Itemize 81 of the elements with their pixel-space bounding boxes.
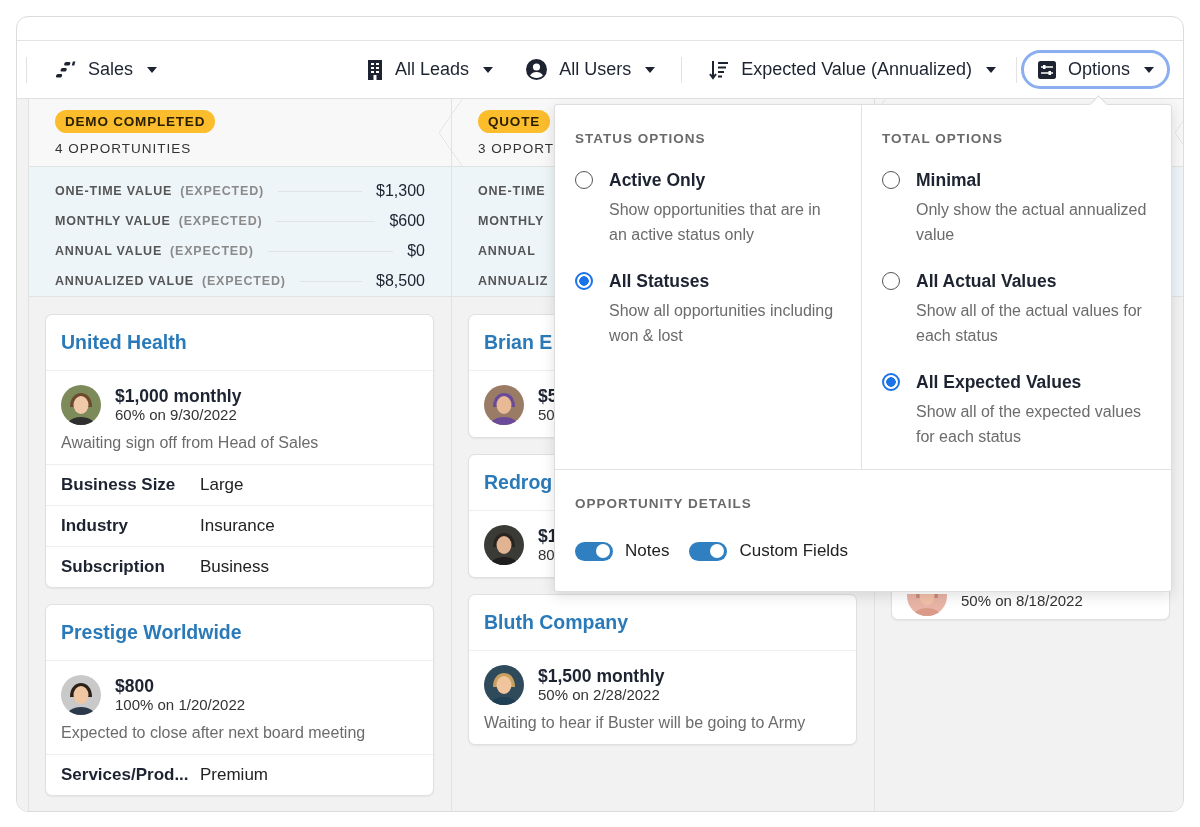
radio-button[interactable] (882, 373, 900, 391)
logo-icon (56, 60, 76, 79)
opportunity-link[interactable]: United Health (46, 315, 433, 371)
building-icon (367, 59, 384, 80)
opportunity-note: Awaiting sign off from Head of Sales (61, 434, 320, 452)
radio-button[interactable] (882, 272, 900, 290)
field-label: Business Size (61, 475, 177, 495)
option-label: Active Only (609, 170, 707, 191)
toggle-label: Notes (625, 541, 670, 561)
toolbar-dropdown[interactable]: Options (1020, 50, 1170, 89)
field-value: Insurance (200, 516, 275, 536)
field-value: Premium (200, 765, 268, 785)
summary-value: $600 (389, 212, 425, 230)
summary-value: $8,500 (376, 272, 425, 290)
opportunity-probability: 80 (538, 546, 556, 564)
opportunity-count: 3 OPPORT (478, 141, 555, 156)
opportunity-note: Expected to close after next board meeting (61, 724, 367, 742)
option-description: Show all of the expected values for each status (916, 402, 1143, 447)
opportunity-link[interactable]: Prestige Worldwide (46, 605, 433, 661)
option-description: Show all of the actual values for each status (916, 301, 1143, 346)
summary-label: ONE-TIME (478, 184, 546, 198)
section-title: OPPORTUNITY DETAILS (575, 496, 753, 511)
opportunity-probability: 50% on 8/18/2022 (961, 592, 1083, 610)
user-icon (526, 59, 548, 80)
radio-button[interactable] (575, 171, 593, 189)
radio-option[interactable]: All Actual Values Show all of the actual values for each status (882, 271, 1150, 348)
caret-icon (1144, 66, 1154, 73)
summary-label: MONTHLY (478, 214, 545, 228)
option-label: All Expected Values (916, 372, 1083, 393)
field-label: Subscription (61, 557, 166, 577)
field-value: Large (200, 475, 244, 495)
option-description: Show all opportunities including won & lost (609, 301, 835, 346)
radio-option[interactable]: All Statuses Show all opportunities including won & lost (575, 271, 841, 348)
radio-option[interactable]: Minimal Only show the actual annualized value (882, 170, 1150, 247)
option-label: All Statuses (609, 271, 711, 292)
summary-qualifier: (EXPECTED) (180, 184, 264, 198)
summary-label: ONE-TIME VALUE (55, 184, 173, 198)
summary-label: ANNUALIZ (478, 274, 549, 288)
opportunity-amount: $800 (115, 676, 155, 696)
opportunity-probability: 60% on 9/30/2022 (115, 406, 238, 424)
section-title: TOTAL OPTIONS (882, 131, 1004, 146)
opportunity-probability: 50% on 2/28/2022 (538, 686, 661, 704)
field-value: Business (200, 557, 269, 577)
summary-label: ANNUAL VALUE (55, 244, 163, 258)
summary-value: $0 (407, 242, 425, 260)
opportunity-note: Waiting to hear if Buster will be going to Army (484, 714, 807, 732)
options-icon (1037, 60, 1056, 79)
summary-label: ANNUAL (478, 244, 536, 258)
opportunity-amount: $1,000 monthly (115, 386, 242, 406)
opportunity-probability: 100% on 1/20/2022 (115, 696, 246, 714)
sort-icon (709, 59, 730, 80)
opportunity-amount: $1,500 monthly (538, 666, 665, 686)
stage-badge: DEMO COMPLETED (55, 110, 216, 133)
caret-icon (483, 66, 494, 73)
summary-label: ANNUALIZED VALUE (55, 274, 194, 288)
radio-button[interactable] (882, 171, 900, 189)
radio-option[interactable]: Active Only Show opportunities that are in an active status only (575, 170, 841, 247)
radio-button[interactable] (575, 272, 593, 290)
summary-qualifier: (EXPECTED) (201, 274, 286, 288)
opportunity-count: 4 OPPORTUNITIES (55, 141, 192, 156)
caret-icon (985, 66, 996, 73)
option-label: Minimal (916, 170, 983, 191)
summary-qualifier: (EXPECTED) (178, 214, 263, 228)
toggle-switch[interactable] (689, 541, 728, 561)
caret-icon (645, 66, 656, 73)
opportunity-link[interactable]: Bluth Company (469, 595, 856, 651)
summary-qualifier: (EXPECTED) (170, 244, 254, 258)
option-label: All Actual Values (916, 271, 1058, 292)
summary-value: $1,300 (376, 182, 425, 200)
summary-label: MONTHLY VALUE (55, 214, 171, 228)
option-description: Only show the actual annualized value (916, 200, 1148, 245)
opportunity-probability: 50 (538, 406, 556, 424)
section-title: STATUS OPTIONS (575, 131, 707, 146)
field-label: Services/Prod... (61, 765, 190, 785)
toggle-switch[interactable] (575, 541, 613, 561)
caret-icon (147, 66, 158, 73)
field-label: Industry (61, 516, 130, 536)
radio-option[interactable]: All Expected Values Show all of the expected values for each status (882, 372, 1150, 449)
toggle-label: Custom Fields (739, 541, 849, 561)
option-description: Show opportunities that are in an active status only (609, 200, 822, 245)
stage-badge: QUOTE (478, 110, 550, 133)
